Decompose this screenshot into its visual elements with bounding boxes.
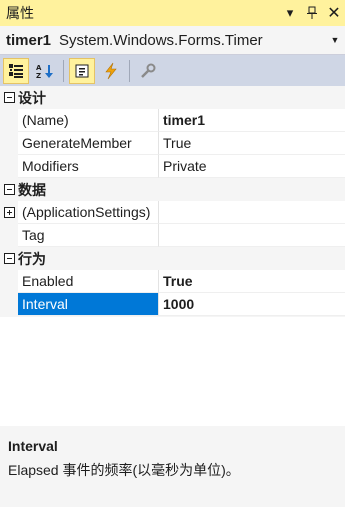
property-name: Enabled [18,270,159,293]
description-text: Elapsed 事件的频率(以毫秒为单位)。 [8,462,240,478]
close-icon[interactable]: ✕ [323,2,345,24]
category-label: 设计 [18,89,46,106]
property-name: (Name) [18,109,159,132]
pin-icon[interactable] [301,2,323,24]
category-behavior[interactable]: 行为 [0,247,345,270]
property-grid: 设计 (Name) timer1 GenerateMember True Mod… [0,86,345,316]
toolbar-separator [63,59,64,82]
property-row-generatemember[interactable]: GenerateMember True [0,132,345,155]
dropdown-icon[interactable]: ▾ [279,2,301,24]
property-name: (ApplicationSettings) [18,201,159,224]
property-row-name[interactable]: (Name) timer1 [0,109,345,132]
alphabetical-icon[interactable]: A Z [32,58,58,84]
property-pages-icon[interactable] [135,58,161,84]
categorized-icon[interactable] [3,57,29,84]
category-data[interactable]: 数据 [0,178,345,201]
property-value[interactable]: timer1 [159,109,345,132]
category-label: 数据 [18,181,46,198]
description-pane: Interval Elapsed 事件的频率(以毫秒为单位)。 [0,430,345,507]
property-name: Tag [18,224,159,247]
object-name: timer1 [6,31,52,49]
property-row-enabled[interactable]: Enabled True [0,270,345,293]
panel-title-bar: 属性 ▾ ✕ [0,0,345,26]
toolbar-separator [129,59,130,82]
property-name: Interval [18,293,159,316]
property-value[interactable]: 1000 [159,293,345,316]
property-row-interval[interactable]: Interval 1000 [0,293,345,316]
property-value[interactable]: True [159,132,345,155]
expand-icon[interactable] [0,201,18,224]
property-value[interactable] [159,201,345,224]
property-row-applicationsettings[interactable]: (ApplicationSettings) [0,201,345,224]
property-row-modifiers[interactable]: Modifiers Private [0,155,345,178]
property-value[interactable] [159,224,345,247]
object-selector[interactable]: timer1 System.Windows.Forms.Timer ▼ [0,26,345,55]
property-name: Modifiers [18,155,159,178]
collapse-icon[interactable] [0,247,18,270]
category-label: 行为 [18,250,46,267]
property-value[interactable]: Private [159,155,345,178]
category-design[interactable]: 设计 [0,86,345,109]
properties-icon[interactable] [69,57,95,84]
collapse-icon[interactable] [0,178,18,201]
object-type: System.Windows.Forms.Timer [59,31,263,49]
collapse-icon[interactable] [0,86,18,109]
property-name: GenerateMember [18,132,159,155]
grid-empty-area [0,317,345,426]
panel-title: 属性 [6,5,34,21]
property-row-tag[interactable]: Tag [0,224,345,247]
property-value[interactable]: True [159,270,345,293]
events-icon[interactable] [98,58,124,84]
property-toolbar: A Z [0,55,345,86]
svg-text:Z: Z [36,72,41,79]
svg-text:A: A [36,64,42,72]
chevron-down-icon[interactable]: ▼ [325,35,345,45]
description-title: Interval [8,438,58,454]
